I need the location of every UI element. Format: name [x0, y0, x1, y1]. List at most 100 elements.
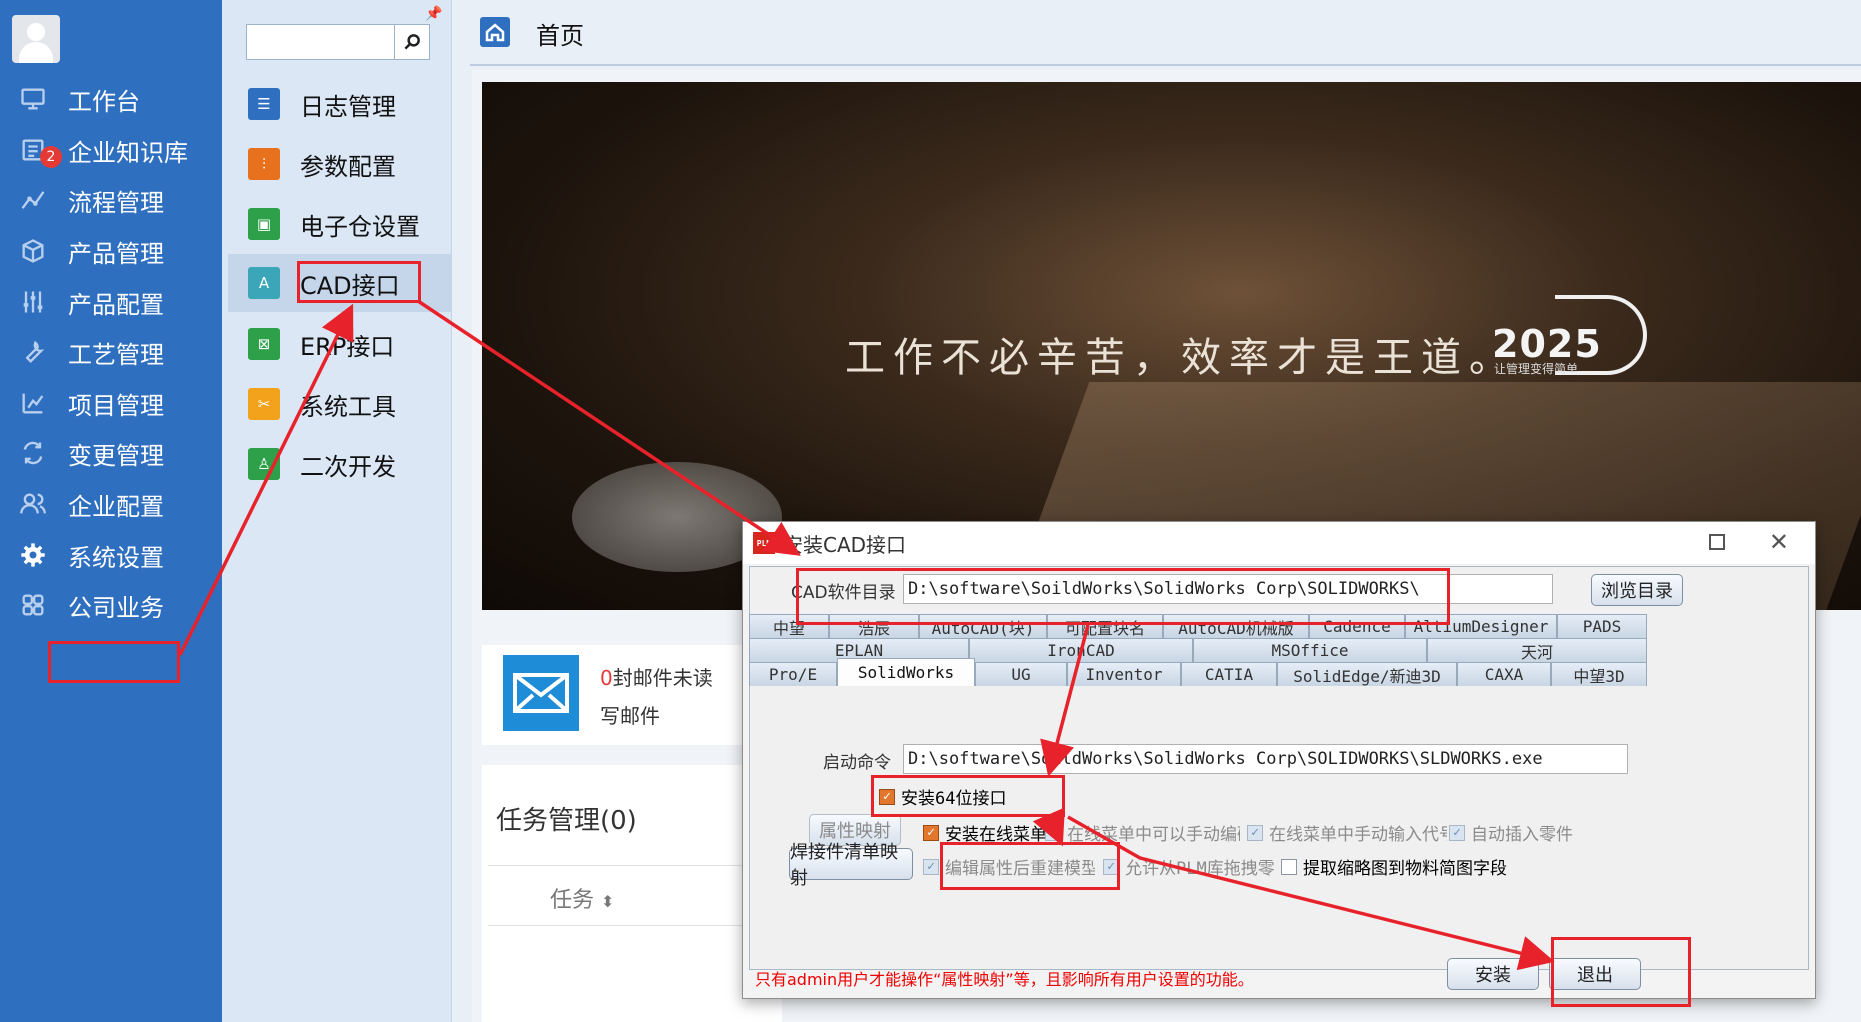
install-button[interactable]: 安装 — [1447, 958, 1539, 990]
sliders-icon — [18, 287, 48, 317]
mail-unread[interactable]: 0封邮件未读 — [600, 662, 713, 691]
close-icon[interactable]: ✕ — [1769, 528, 1789, 556]
tab-pads[interactable]: PADS — [1557, 614, 1647, 638]
unread-count: 0 — [600, 666, 613, 690]
browse-button[interactable]: 浏览目录 — [1591, 574, 1683, 606]
dialog-titlebar[interactable]: PLM 安装CAD接口 — [743, 522, 1815, 564]
online-manual-input-checkbox[interactable]: ✓ 在线菜单中手动输入代号 — [1247, 820, 1447, 845]
start-cmd-input[interactable]: D:\software\SoildWorks\SolidWorks Corp\S… — [903, 744, 1628, 774]
mail-icon[interactable] — [503, 655, 579, 731]
sidebar-item-company-business[interactable]: 公司业务 — [0, 576, 222, 634]
pin-icon[interactable]: 📌 — [425, 6, 442, 22]
sort-icon: ⬍ — [601, 892, 615, 911]
tab-inventor[interactable]: Inventor — [1067, 662, 1181, 686]
sidebar-item-product[interactable]: 产品管理 — [0, 222, 222, 280]
tab-ug[interactable]: UG — [975, 662, 1067, 686]
checkbox-checked-icon: ✓ — [923, 824, 939, 841]
page-title: 首页 — [536, 22, 584, 50]
drag-from-plm-label: 允许从PLM库拖拽零件 — [1125, 859, 1275, 879]
sidebar-item-process[interactable]: 工艺管理 — [0, 323, 222, 381]
banner-logo-sub: 让管理变得简单 — [1494, 362, 1579, 376]
task-column-header[interactable]: 任务 ⬍ — [550, 882, 614, 914]
menu-search-input[interactable] — [246, 24, 396, 60]
submenu-item-dev[interactable]: ♙ 二次开发 — [228, 435, 452, 493]
sidebar-item-label: 项目管理 — [68, 391, 164, 420]
submenu-item-label: 二次开发 — [300, 452, 396, 481]
highlight-cad-dir — [796, 568, 1450, 625]
submenu-item-system-tools[interactable]: ✂ 系统工具 — [228, 375, 452, 433]
monitor-icon — [18, 84, 48, 114]
tab-caxa[interactable]: CAXA — [1457, 662, 1551, 686]
sidebar-item-enterprise-config[interactable]: 企业配置 — [0, 475, 222, 533]
sidebar-item-label: 产品配置 — [68, 290, 164, 319]
unread-text: 封邮件未读 — [612, 666, 713, 690]
online-manual-input-label: 在线菜单中手动输入代号 — [1269, 825, 1447, 845]
checkbox-checked-icon: ✓ — [1247, 824, 1263, 841]
admin-note: 只有admin用户才能操作“属性映射”等，且影响所有用户设置的功能。 — [755, 970, 1254, 989]
submenu-item-label: 日志管理 — [300, 92, 396, 121]
extract-thumbnail-checkbox[interactable]: 提取缩略图到物料简图字段 — [1281, 854, 1511, 879]
task-panel-title: 任务管理(0) — [496, 806, 637, 836]
submenu-item-label: ERP接口 — [300, 332, 395, 361]
sidebar-item-label: 变更管理 — [68, 441, 164, 470]
gear-icon — [18, 540, 48, 570]
highlight-install-64bit — [871, 775, 1065, 817]
top-bar — [470, 0, 1861, 66]
extract-thumbnail-label: 提取缩略图到物料简图字段 — [1303, 859, 1507, 879]
drag-from-plm-checkbox[interactable]: ✓允许从PLM库拖拽零件 — [1103, 854, 1275, 879]
search-icon[interactable] — [394, 24, 430, 60]
tab-ironcad[interactable]: IronCAD — [969, 638, 1193, 662]
submenu-item-log[interactable]: ☰ 日志管理 — [228, 75, 452, 133]
checkbox-unchecked-icon — [1281, 858, 1297, 875]
checkbox-checked-icon: ✓ — [1045, 824, 1061, 841]
highlight-cad-interface — [297, 261, 421, 303]
auto-insert-part-label: 自动插入零件 — [1471, 825, 1573, 845]
flow-icon — [18, 185, 48, 215]
tab-msoffice[interactable]: MSOffice — [1193, 638, 1427, 662]
sidebar: 工作台 企业知识库 2 流程管理 产品管理 产品配置 工艺管理 项目管理 变更管… — [0, 0, 222, 1022]
log-icon: ☰ — [248, 88, 280, 120]
start-cmd-label: 启动命令 — [823, 753, 891, 773]
plm-logo-icon: PLM — [753, 532, 775, 554]
warehouse-icon: ▣ — [248, 208, 280, 240]
avatar[interactable] — [12, 15, 60, 63]
chart-icon — [18, 388, 48, 418]
tab-tianhe[interactable]: 天河 — [1427, 638, 1647, 662]
maximize-icon[interactable] — [1709, 534, 1725, 550]
sidebar-item-label: 流程管理 — [68, 188, 164, 217]
change-icon — [18, 438, 48, 468]
sidebar-item-label: 产品管理 — [68, 239, 164, 268]
submenu-item-erp-interface[interactable]: ⊠ ERP接口 — [228, 315, 452, 373]
auto-insert-part-checkbox[interactable]: ✓ 自动插入零件 — [1449, 820, 1629, 845]
tab-catia[interactable]: CATIA — [1181, 662, 1277, 686]
sidebar-item-change[interactable]: 变更管理 — [0, 424, 222, 482]
sidebar-item-flow[interactable]: 流程管理 — [0, 171, 222, 229]
tab-solidworks[interactable]: SolidWorks — [837, 658, 975, 686]
highlight-install-button — [1551, 937, 1691, 1007]
cad-icon: A — [248, 267, 280, 299]
dialog-title: 安装CAD接口 — [783, 532, 907, 557]
weld-list-map-button[interactable]: 焊接件清单映射 — [789, 842, 913, 889]
sidebar-item-label: 工作台 — [68, 87, 140, 116]
wrench-icon — [18, 337, 48, 367]
erp-icon: ⊠ — [248, 328, 280, 360]
submenu-item-label: 电子仓设置 — [300, 212, 420, 241]
home-icon[interactable] — [480, 17, 510, 47]
users-icon — [18, 489, 48, 519]
submenu-item-e-warehouse[interactable]: ▣ 电子仓设置 — [228, 195, 452, 253]
params-icon: ⫶ — [248, 148, 280, 180]
banner-slogan: 工作不必辛苦，效率才是王道。 — [845, 335, 1517, 381]
write-mail-link[interactable]: 写邮件 — [600, 700, 660, 729]
tab-proe[interactable]: Pro/E — [749, 662, 837, 686]
notification-badge: 2 — [40, 146, 62, 168]
divider — [488, 925, 778, 926]
tab-solidedge[interactable]: SolidEdge/新迪3D — [1277, 662, 1457, 686]
submenu-item-params[interactable]: ⫶ 参数配置 — [228, 135, 452, 193]
checkbox-checked-icon: ✓ — [923, 858, 939, 875]
sidebar-item-label: 系统设置 — [68, 543, 164, 572]
divider — [488, 865, 778, 866]
sidebar-item-label: 工艺管理 — [68, 340, 164, 369]
tools-icon: ✂ — [248, 388, 280, 420]
sidebar-item-workbench[interactable]: 工作台 — [0, 70, 222, 128]
tab-zw3d[interactable]: 中望3D — [1551, 662, 1647, 686]
